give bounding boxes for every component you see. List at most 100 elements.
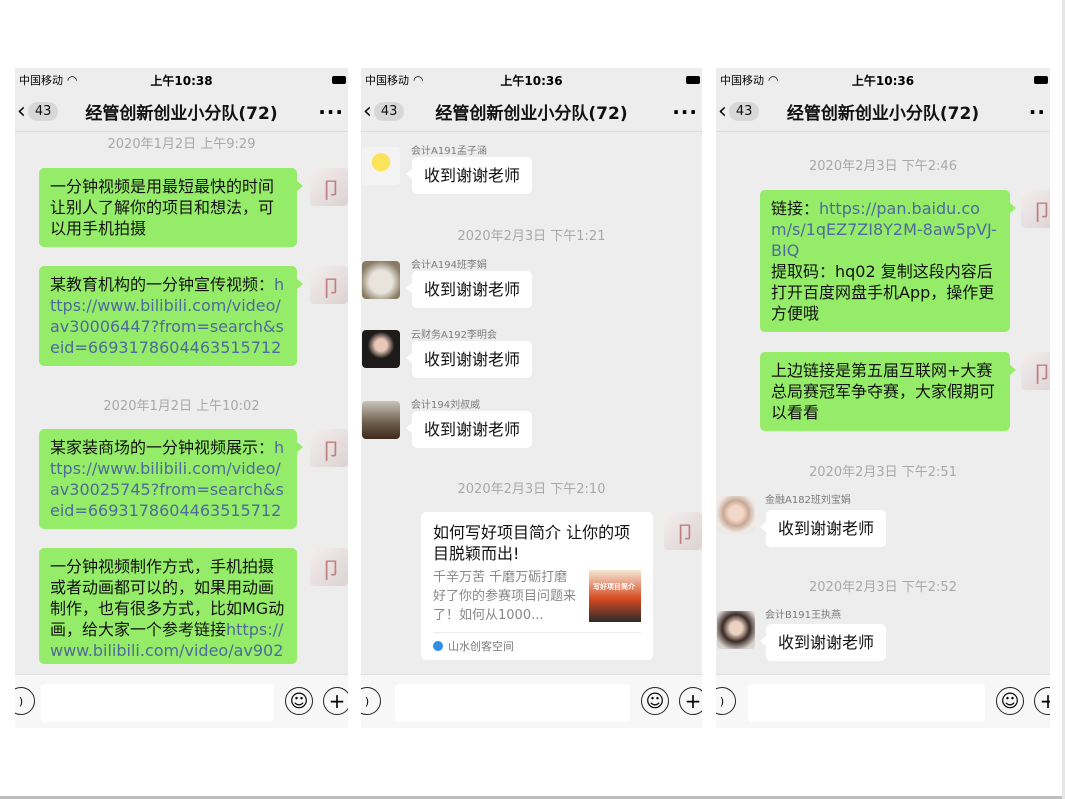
message-input[interactable] — [748, 684, 985, 722]
message-bubble[interactable]: 收到谢谢老师 — [759, 510, 887, 547]
chat-screenshot-2: 中国移动 ◠ 上午10:36 ‹ 43 经管创新创业小分队(72) ··· 会计… — [361, 68, 702, 728]
avatar-mark: 卩 — [320, 179, 343, 204]
back-icon[interactable]: ‹ — [15, 100, 26, 123]
timestamp: 2020年1月2日 上午9:29 — [107, 137, 256, 152]
emoji-icon[interactable]: ☺ — [285, 687, 313, 715]
sender-name: 会计A191孟子涵 — [411, 146, 487, 157]
card-thumbnail: 写好项目简介 — [589, 570, 641, 622]
message-bubble[interactable]: 收到谢谢老师 — [759, 624, 887, 661]
message-bubble[interactable]: 上边链接是第五届互联网+大赛总局赛冠军争夺赛，大家假期可以看看 — [760, 352, 1016, 431]
message-text: 某家装商场的一分钟视频展示： — [50, 438, 275, 457]
message-text: 一分钟视频是用最短最快的时间让别人了解你的项目和想法，可以用手机拍摄 — [50, 177, 275, 238]
sender-name: 会计194刘叔威 — [411, 400, 481, 411]
message-bubble[interactable]: 一分钟视频制作方式，手机拍摄或者动画都可以的，如果用动画制作，也有很多方式，比如… — [39, 548, 297, 664]
avatar[interactable] — [362, 401, 400, 439]
input-bar: ) ☺ + — [361, 674, 702, 728]
back-icon[interactable]: ‹ — [361, 100, 372, 123]
avatar[interactable]: 卩 — [310, 548, 348, 586]
avatar[interactable] — [362, 261, 400, 299]
message-text: 上边链接是第五届互联网+大赛总局赛冠军争夺赛，大家假期可以看看 — [771, 361, 996, 422]
message-bubble[interactable]: 某教育机构的一分钟宣传视频：https://www.bilibili.com/v… — [39, 266, 303, 366]
chat-screenshot-1: 中国移动 ◠ 上午10:38 ‹ 43 经管创新创业小分队(72) ··· 20… — [15, 68, 348, 728]
emoji-icon[interactable]: ☺ — [641, 687, 669, 715]
source-icon — [433, 641, 443, 651]
back-icon[interactable]: ‹ — [716, 100, 727, 123]
message-text: 收到谢谢老师 — [424, 350, 521, 369]
chat-title: 经管创新创业小分队(72) — [85, 104, 278, 124]
card-divider — [433, 632, 641, 633]
avatar[interactable]: 卩 — [310, 266, 348, 304]
more-icon[interactable]: ··· — [318, 100, 344, 124]
more-icon[interactable]: ·· — [1029, 100, 1046, 124]
avatar[interactable] — [717, 496, 755, 534]
message-text: 收到谢谢老师 — [424, 420, 521, 439]
avatar[interactable]: 卩 — [310, 168, 348, 206]
battery-icon — [1034, 76, 1048, 84]
message-bubble[interactable]: 一分钟视频是用最短最快的时间让别人了解你的项目和想法，可以用手机拍摄 — [39, 168, 303, 247]
message-text: 某教育机构的一分钟宣传视频： — [50, 275, 275, 294]
chat-header: ‹ 43 经管创新创业小分队(72) ··· — [15, 92, 348, 132]
message-text: 提取码：hq02 复制这段内容后打开百度网盘手机App，操作更方便哦 — [771, 262, 995, 323]
source-name: 山水创客空间 — [448, 640, 514, 653]
avatar[interactable]: 卩 — [1021, 190, 1050, 228]
avatar-mark: 卩 — [320, 559, 343, 584]
chat-title: 经管创新创业小分队(72) — [435, 104, 628, 124]
timestamp: 2020年2月3日 下午2:10 — [457, 482, 606, 497]
carrier-label: 中国移动 — [720, 74, 764, 87]
more-icon[interactable]: ··· — [672, 100, 698, 124]
avatar[interactable]: 卩 — [664, 512, 702, 550]
voice-icon[interactable]: ) — [15, 687, 35, 715]
message-bubble[interactable]: 链接：https://pan.baidu.com/s/1qEZ7ZI8Y2M-8… — [760, 190, 1016, 332]
avatar-mark: 卩 — [320, 440, 343, 465]
avatar[interactable] — [717, 611, 755, 649]
message-bubble[interactable]: 收到谢谢老师 — [405, 411, 533, 448]
unread-badge[interactable]: 43 — [373, 102, 405, 121]
status-bar: 中国移动 ◠ 上午10:36 — [361, 68, 702, 92]
sender-name: 云财务A192李明会 — [411, 330, 497, 341]
message-text: 收到谢谢老师 — [778, 519, 875, 538]
message-bubble[interactable]: 某家装商场的一分钟视频展示：https://www.bilibili.com/v… — [39, 429, 303, 529]
chat-header: ‹ 43 经管创新创业小分队(72) ··· — [361, 92, 702, 132]
message-bubble[interactable]: 收到谢谢老师 — [405, 341, 533, 378]
carrier-label: 中国移动 — [19, 74, 63, 87]
voice-icon[interactable]: ) — [716, 687, 736, 715]
avatar[interactable] — [362, 147, 400, 185]
avatar[interactable] — [362, 330, 400, 368]
plus-icon[interactable]: + — [323, 687, 348, 715]
chat-header: ‹ 43 经管创新创业小分队(72) ·· — [716, 92, 1050, 132]
unread-badge[interactable]: 43 — [27, 102, 59, 121]
message-bubble[interactable]: 收到谢谢老师 — [405, 271, 533, 308]
sender-name: 金融A182班刘宝娟 — [765, 495, 851, 506]
message-bubble[interactable]: 收到谢谢老师 — [405, 157, 533, 194]
status-bar: 中国移动 ◠ 上午10:38 — [15, 68, 348, 92]
message-label: 链接： — [771, 199, 820, 218]
card-source: 山水创客空间 — [433, 638, 514, 654]
message-text: 收到谢谢老师 — [424, 280, 521, 299]
message-text: 收到谢谢老师 — [778, 633, 875, 652]
plus-icon[interactable]: + — [679, 687, 702, 715]
timestamp: 2020年2月3日 下午1:21 — [457, 229, 606, 244]
timestamp: 2020年2月3日 下午2:46 — [809, 159, 957, 174]
sender-name: 会计A194班李娟 — [411, 260, 487, 271]
emoji-icon[interactable]: ☺ — [996, 687, 1024, 715]
battery-icon — [686, 76, 700, 84]
wifi-icon: ◠ — [768, 73, 779, 87]
message-input[interactable] — [395, 684, 630, 722]
avatar-mark: 卩 — [1031, 363, 1050, 388]
avatar[interactable]: 卩 — [310, 429, 348, 467]
card-description: 千辛万苦 千磨万砺打磨好了你的参赛项目问题来了！如何从1000... — [433, 570, 577, 623]
status-time: 上午10:36 — [851, 73, 915, 88]
avatar-mark: 卩 — [1031, 201, 1050, 226]
avatar[interactable]: 卩 — [1021, 352, 1050, 390]
message-input[interactable] — [41, 684, 274, 722]
sender-name: 会计B191王执燕 — [765, 610, 841, 621]
chat-title: 经管创新创业小分队(72) — [786, 104, 980, 124]
article-card[interactable]: 如何写好项目简介 让你的项目脱颖而出! 千辛万苦 千磨万砺打磨好了你的参赛项目问… — [421, 512, 653, 660]
plus-icon[interactable]: + — [1034, 687, 1050, 715]
voice-icon[interactable]: ) — [361, 687, 381, 715]
thumbnail-text: 写好项目简介 — [593, 583, 635, 591]
unread-badge[interactable]: 43 — [728, 102, 760, 121]
input-bar: ) ☺ + — [716, 674, 1050, 728]
timestamp: 2020年1月2日 上午10:02 — [103, 399, 260, 414]
card-title: 如何写好项目简介 让你的项目脱颖而出! — [433, 523, 631, 563]
